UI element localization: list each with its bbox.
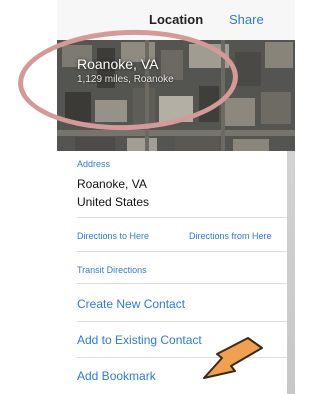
address-line-1[interactable]: Roanoke, VA (77, 177, 147, 191)
address-label: Address (77, 159, 111, 169)
share-button[interactable]: Share (229, 12, 264, 27)
add-to-existing-contact-button[interactable]: Add to Existing Contact (77, 333, 202, 347)
add-bookmark-button[interactable]: Add Bookmark (77, 369, 156, 383)
directions-from-here-button[interactable]: Directions from Here (189, 231, 272, 241)
divider (77, 321, 287, 322)
page-title: Location (149, 12, 204, 27)
create-new-contact-button[interactable]: Create New Contact (77, 297, 185, 311)
divider (77, 283, 287, 284)
transit-directions-button[interactable]: Transit Directions (77, 265, 147, 275)
address-line-2[interactable]: United States (77, 195, 149, 209)
annotation-arrow-icon (203, 337, 263, 379)
divider (77, 217, 287, 218)
directions-to-here-button[interactable]: Directions to Here (77, 231, 149, 241)
divider (77, 251, 287, 252)
screen: Location Share Roanoke, VA 1,129 miles, … (0, 0, 295, 394)
